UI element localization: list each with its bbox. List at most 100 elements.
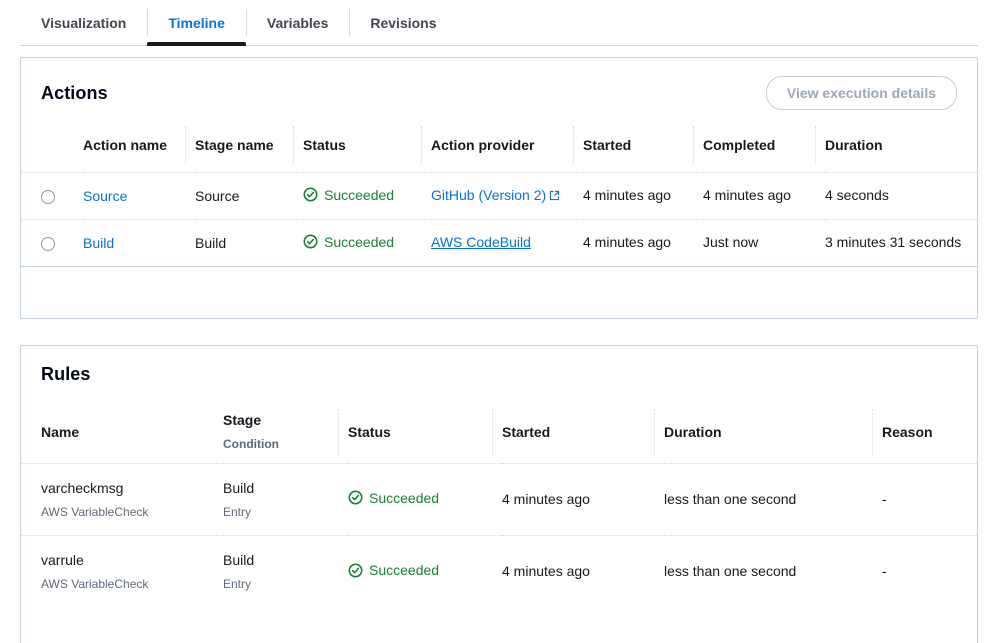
- tab-visualization[interactable]: Visualization: [20, 0, 147, 45]
- tab-variables-label: Variables: [267, 15, 329, 31]
- tab-revisions-label: Revisions: [370, 15, 436, 31]
- rules-table-body: varcheckmsg AWS VariableCheck Build Entr…: [21, 463, 977, 607]
- actions-row-duration-cell: 3 minutes 31 seconds: [825, 220, 977, 267]
- rule-name-stack: varrule AWS VariableCheck: [41, 552, 213, 591]
- rule-condition: Entry: [223, 505, 338, 519]
- status-label: Succeeded: [369, 562, 439, 578]
- rule-stage-stack: Build Entry: [223, 552, 338, 591]
- rules-column-started: Started: [502, 401, 664, 463]
- rules-row-name-cell: varcheckmsg AWS VariableCheck: [21, 463, 223, 535]
- rule-stage: Build: [223, 552, 338, 568]
- action-provider-link[interactable]: GitHub (Version 2): [431, 187, 546, 203]
- view-execution-details-button[interactable]: View execution details: [766, 76, 957, 110]
- actions-column-action-name: Action name: [83, 118, 195, 172]
- rules-column-stage-label: Stage: [223, 412, 338, 428]
- actions-row-select-cell: [21, 220, 83, 267]
- rules-row-status-cell: Succeeded: [348, 535, 502, 607]
- rules-column-duration: Duration: [664, 401, 882, 463]
- table-row[interactable]: varrule AWS VariableCheck Build Entry: [21, 535, 977, 607]
- actions-row-stage-name-cell: Source: [195, 172, 303, 220]
- actions-column-status: Status: [303, 118, 431, 172]
- tab-variables[interactable]: Variables: [246, 0, 350, 45]
- rules-row-stage-cell: Build Entry: [223, 535, 348, 607]
- rules-title: Rules: [41, 364, 91, 385]
- table-row[interactable]: varcheckmsg AWS VariableCheck Build Entr…: [21, 463, 977, 535]
- tab-list: Visualization Timeline Variables Revisio…: [0, 0, 994, 45]
- actions-row-action-name-cell: Source: [83, 172, 195, 220]
- actions-select-column-header: [21, 118, 83, 172]
- rule-stage-stack: Build Entry: [223, 480, 338, 519]
- actions-table: Action name Stage name Status Action pro…: [21, 118, 977, 267]
- actions-row-completed-cell: 4 minutes ago: [703, 172, 825, 220]
- actions-row-action-provider-cell: GitHub (Version 2): [431, 172, 583, 220]
- tab-visualization-label: Visualization: [41, 15, 126, 31]
- actions-row-status-cell: Succeeded: [303, 220, 431, 267]
- rule-provider: AWS VariableCheck: [41, 505, 213, 519]
- rules-row-reason-cell: -: [882, 535, 977, 607]
- actions-row-select-cell: [21, 172, 83, 220]
- actions-column-stage-name: Stage name: [195, 118, 303, 172]
- rule-stage: Build: [223, 480, 338, 496]
- actions-row-status-cell: Succeeded: [303, 172, 431, 220]
- actions-row-action-name-cell: Build: [83, 220, 195, 267]
- status-badge: Succeeded: [303, 187, 394, 203]
- rules-column-reason: Reason: [882, 401, 977, 463]
- actions-row-stage-name-cell: Build: [195, 220, 303, 267]
- radio-button-icon[interactable]: [41, 237, 55, 251]
- actions-row-completed-cell: Just now: [703, 220, 825, 267]
- rules-row-stage-cell: Build Entry: [223, 463, 348, 535]
- rules-row-duration-cell: less than one second: [664, 535, 882, 607]
- tab-revisions[interactable]: Revisions: [349, 0, 457, 45]
- status-label: Succeeded: [369, 490, 439, 506]
- rule-name-stack: varcheckmsg AWS VariableCheck: [41, 480, 213, 519]
- actions-column-started: Started: [583, 118, 703, 172]
- check-circle-icon: [348, 563, 363, 578]
- rule-provider: AWS VariableCheck: [41, 577, 213, 591]
- actions-row-duration-cell: 4 seconds: [825, 172, 977, 220]
- rule-condition: Entry: [223, 577, 338, 591]
- radio-button-icon[interactable]: [41, 190, 55, 204]
- table-row[interactable]: Source Source Succeeded GitHub: [21, 172, 977, 220]
- tab-bar: Visualization Timeline Variables Revisio…: [0, 0, 994, 46]
- rules-column-stage-sublabel: Condition: [223, 437, 338, 451]
- rules-card-header: Rules: [21, 346, 977, 387]
- rule-name: varcheckmsg: [41, 480, 213, 496]
- rules-row-started-cell: 4 minutes ago: [502, 535, 664, 607]
- status-label: Succeeded: [324, 234, 394, 250]
- check-circle-icon: [348, 490, 363, 505]
- actions-row-action-provider-cell: AWS CodeBuild: [431, 220, 583, 267]
- table-row[interactable]: Build Build Succeeded AWS Code: [21, 220, 977, 267]
- actions-row-started-cell: 4 minutes ago: [583, 220, 703, 267]
- rules-row-name-cell: varrule AWS VariableCheck: [21, 535, 223, 607]
- rules-row-started-cell: 4 minutes ago: [502, 463, 664, 535]
- actions-table-body: Source Source Succeeded GitHub: [21, 172, 977, 266]
- action-name-link[interactable]: Build: [83, 235, 114, 251]
- actions-table-header: Action name Stage name Status Action pro…: [21, 118, 977, 172]
- timeline-page: Visualization Timeline Variables Revisio…: [0, 0, 994, 643]
- actions-card: Actions View execution details Action na…: [20, 57, 978, 319]
- rules-row-duration-cell: less than one second: [664, 463, 882, 535]
- check-circle-icon: [303, 234, 318, 249]
- actions-title: Actions: [41, 83, 108, 104]
- action-name-link[interactable]: Source: [83, 188, 127, 204]
- actions-column-completed: Completed: [703, 118, 825, 172]
- actions-header-row: Action name Stage name Status Action pro…: [21, 118, 977, 172]
- status-label: Succeeded: [324, 187, 394, 203]
- actions-column-duration: Duration: [825, 118, 977, 172]
- rules-column-status: Status: [348, 401, 502, 463]
- rules-row-status-cell: Succeeded: [348, 463, 502, 535]
- status-badge: Succeeded: [348, 562, 439, 578]
- check-circle-icon: [303, 187, 318, 202]
- status-badge: Succeeded: [303, 234, 394, 250]
- status-badge: Succeeded: [348, 490, 439, 506]
- external-link-icon[interactable]: [549, 186, 560, 208]
- rules-card: Rules Name Stage Condition Status Starte…: [20, 345, 978, 643]
- actions-column-action-provider: Action provider: [431, 118, 583, 172]
- rules-table: Name Stage Condition Status Started Dura…: [21, 401, 977, 607]
- rules-row-reason-cell: -: [882, 463, 977, 535]
- rules-header-row: Name Stage Condition Status Started Dura…: [21, 401, 977, 463]
- action-provider-link[interactable]: AWS CodeBuild: [431, 234, 531, 250]
- tab-timeline-label: Timeline: [168, 15, 225, 31]
- actions-row-started-cell: 4 minutes ago: [583, 172, 703, 220]
- tab-timeline[interactable]: Timeline: [147, 0, 246, 45]
